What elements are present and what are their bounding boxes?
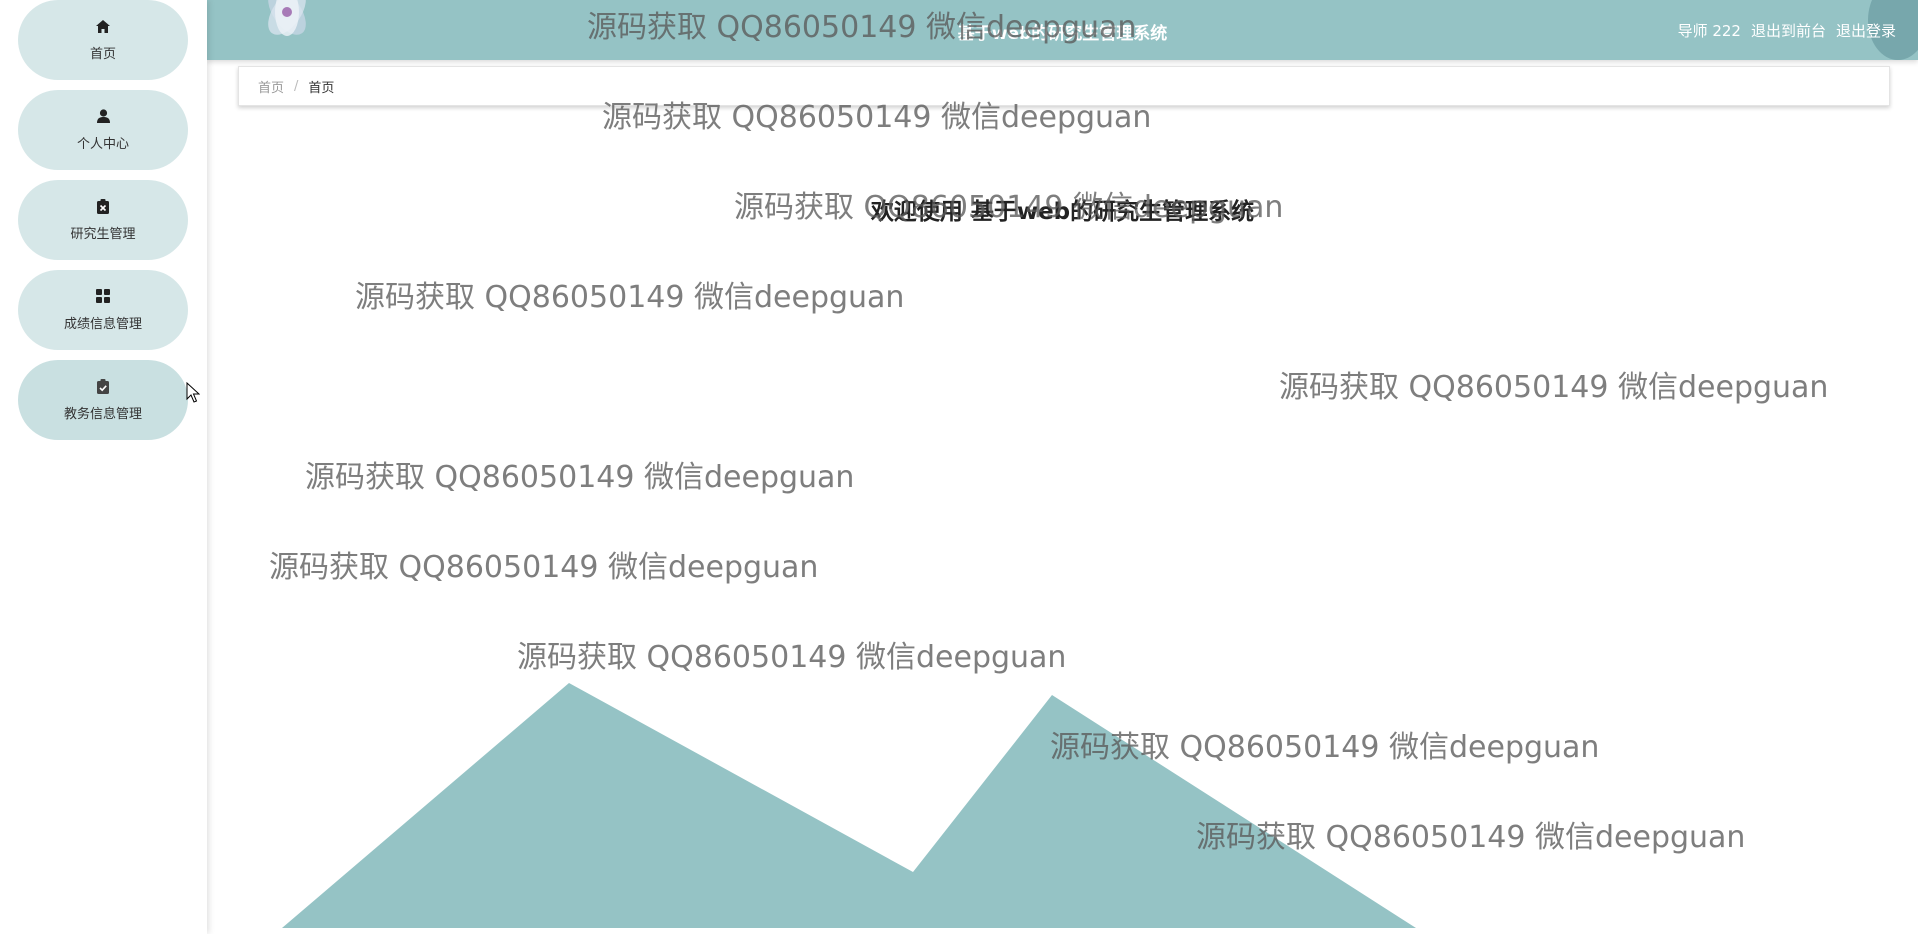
user-icon xyxy=(95,108,111,124)
clipboard-check-icon xyxy=(95,378,111,394)
grid-icon xyxy=(95,288,111,304)
sidebar-item-personal-center[interactable]: 个人中心 xyxy=(18,90,188,170)
sidebar-item-home[interactable]: 首页 xyxy=(18,0,188,80)
clipboard-x-icon xyxy=(95,198,111,214)
breadcrumb-current: 首页 xyxy=(308,80,335,96)
logout-link[interactable]: 退出登录 xyxy=(1836,20,1896,41)
sidebar-item-academic-affairs[interactable]: 教务信息管理 xyxy=(18,360,188,440)
app-title: 基于web的研究生管理系统 xyxy=(957,24,1168,44)
breadcrumb: 首页 / 首页 xyxy=(238,66,1890,106)
sidebar-item-grade-management[interactable]: 成绩信息管理 xyxy=(18,270,188,350)
sidebar-item-label: 教务信息管理 xyxy=(63,407,142,422)
top-header: 基于web的研究生管理系统 导师 222 退出到前台 退出登录 xyxy=(207,0,1918,60)
exit-to-front-link[interactable]: 退出到前台 xyxy=(1751,20,1826,41)
mountain-decoration xyxy=(282,683,1416,928)
home-icon xyxy=(95,18,111,34)
sidebar-item-label: 首页 xyxy=(89,47,116,62)
sidebar: 首页 个人中心 研究生管理 成绩信息管理 教务信息管理 xyxy=(0,0,207,934)
sidebar-item-graduate-management[interactable]: 研究生管理 xyxy=(18,180,188,260)
sidebar-item-label: 研究生管理 xyxy=(70,227,136,242)
sidebar-item-label: 成绩信息管理 xyxy=(63,317,142,332)
sidebar-item-label: 个人中心 xyxy=(76,137,129,152)
current-user: 导师 222 xyxy=(1677,22,1741,40)
mouse-cursor-icon xyxy=(186,382,200,403)
breadcrumb-home-link[interactable]: 首页 xyxy=(258,77,284,96)
breadcrumb-separator: / xyxy=(294,78,299,94)
header-actions: 导师 222 退出到前台 退出登录 xyxy=(1678,20,1896,41)
welcome-heading: 欢迎使用 基于web的研究生管理系统 xyxy=(870,199,1255,225)
